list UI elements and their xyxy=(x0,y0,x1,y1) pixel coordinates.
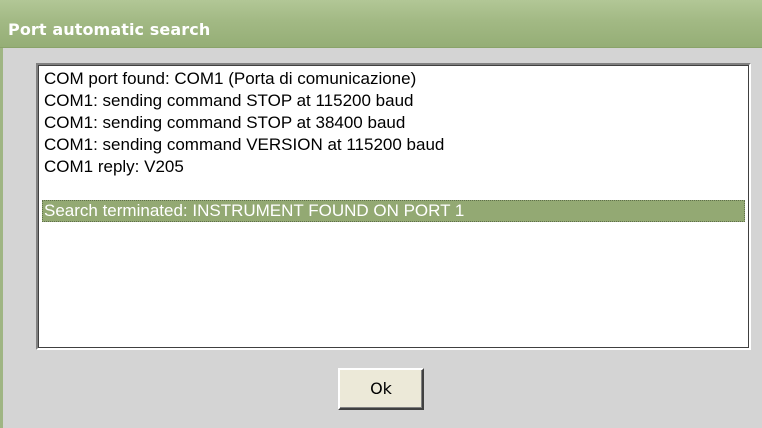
search-log-list: COM port found: COM1 (Porta di comunicaz… xyxy=(42,68,745,222)
title-bar[interactable]: Port automatic search xyxy=(0,0,762,48)
window-left-border xyxy=(0,48,15,428)
log-line-reply[interactable]: COM1 reply: V205 xyxy=(42,156,745,178)
window-title: Port automatic search xyxy=(8,20,211,39)
log-line-port-found[interactable]: COM port found: COM1 (Porta di comunicaz… xyxy=(42,68,745,90)
ok-button[interactable]: Ok xyxy=(338,368,424,410)
log-line-blank[interactable] xyxy=(42,178,745,200)
log-line-stop-115200[interactable]: COM1: sending command STOP at 115200 bau… xyxy=(42,90,745,112)
log-line-stop-38400[interactable]: COM1: sending command STOP at 38400 baud xyxy=(42,112,745,134)
log-line-version-115200[interactable]: COM1: sending command VERSION at 115200 … xyxy=(42,134,745,156)
search-log-listbox[interactable]: COM port found: COM1 (Porta di comunicaz… xyxy=(36,63,751,350)
dialog-window: Port automatic search COM port found: CO… xyxy=(0,0,762,428)
log-line-search-result[interactable]: Search terminated: INSTRUMENT FOUND ON P… xyxy=(42,200,745,222)
